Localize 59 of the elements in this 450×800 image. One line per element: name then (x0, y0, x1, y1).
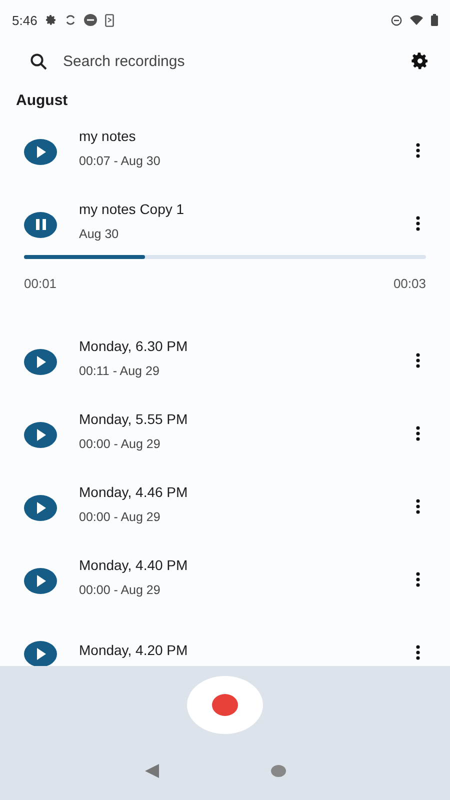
recording-details: 00:07 - Aug 30 (79, 154, 162, 168)
recording-title: Monday, 6.30 PM (79, 338, 189, 354)
play-icon (36, 146, 46, 158)
back-icon[interactable] (144, 764, 158, 778)
more-icon (416, 572, 420, 586)
play-button[interactable] (24, 494, 57, 520)
more-icon (416, 644, 420, 660)
search-icon (30, 52, 47, 70)
more-icon (416, 498, 420, 514)
gear-icon (45, 14, 58, 26)
recording-details: 00:00 - Aug 29 (79, 582, 162, 596)
battery-icon (431, 14, 438, 26)
recording-details: Aug 30 (79, 226, 120, 240)
elapsed-time: 00:01 (24, 276, 57, 291)
do-not-disturb-icon (391, 14, 402, 26)
more-options-button[interactable] (414, 352, 422, 370)
recording-title: my notes Copy 1 (79, 200, 186, 216)
more-icon (416, 216, 420, 230)
play-icon (36, 648, 46, 660)
more-options-button[interactable] (414, 498, 422, 516)
more-options-button[interactable] (414, 572, 422, 590)
status-time: 5:46 (12, 12, 38, 28)
play-icon (36, 574, 46, 586)
play-button[interactable] (24, 568, 57, 594)
more-options-button[interactable] (414, 426, 422, 444)
play-icon (36, 356, 46, 368)
recording-title: Monday, 4.40 PM (79, 556, 189, 572)
recording-title: Monday, 4.46 PM (79, 484, 189, 500)
play-button[interactable] (24, 138, 57, 164)
search-field[interactable]: Search recordings (63, 48, 394, 74)
more-options-button[interactable] (414, 216, 422, 234)
more-icon (416, 142, 420, 158)
recording-details: 00:00 - Aug 29 (79, 510, 162, 524)
play-button[interactable] (24, 422, 57, 448)
home-icon[interactable] (270, 765, 286, 777)
play-icon (36, 502, 46, 514)
record-icon (212, 694, 238, 716)
settings-icon (410, 51, 430, 71)
phone-icon (105, 14, 114, 26)
recording-details: 00:00 - Aug 29 (79, 436, 162, 450)
recording-title: my notes (79, 128, 137, 144)
sync-icon (65, 14, 76, 26)
pause-button[interactable] (24, 212, 57, 238)
pause-icon (36, 219, 46, 230)
play-icon (36, 428, 46, 440)
more-options-button[interactable] (414, 644, 422, 662)
recording-details: 00:11 - Aug 29 (79, 364, 160, 378)
more-options-button[interactable] (414, 142, 422, 160)
wifi-icon (410, 15, 423, 25)
more-icon (416, 426, 420, 440)
total-time: 00:03 (393, 276, 426, 291)
recording-title: Monday, 5.55 PM (79, 410, 189, 426)
recording-title: Monday, 4.20 PM (79, 642, 189, 658)
settings-button[interactable] (410, 51, 430, 71)
play-button[interactable] (24, 348, 57, 374)
play-button[interactable] (24, 640, 57, 666)
more-icon (416, 352, 420, 368)
section-heading: August (15, 91, 69, 111)
progress-track[interactable] (24, 255, 426, 259)
